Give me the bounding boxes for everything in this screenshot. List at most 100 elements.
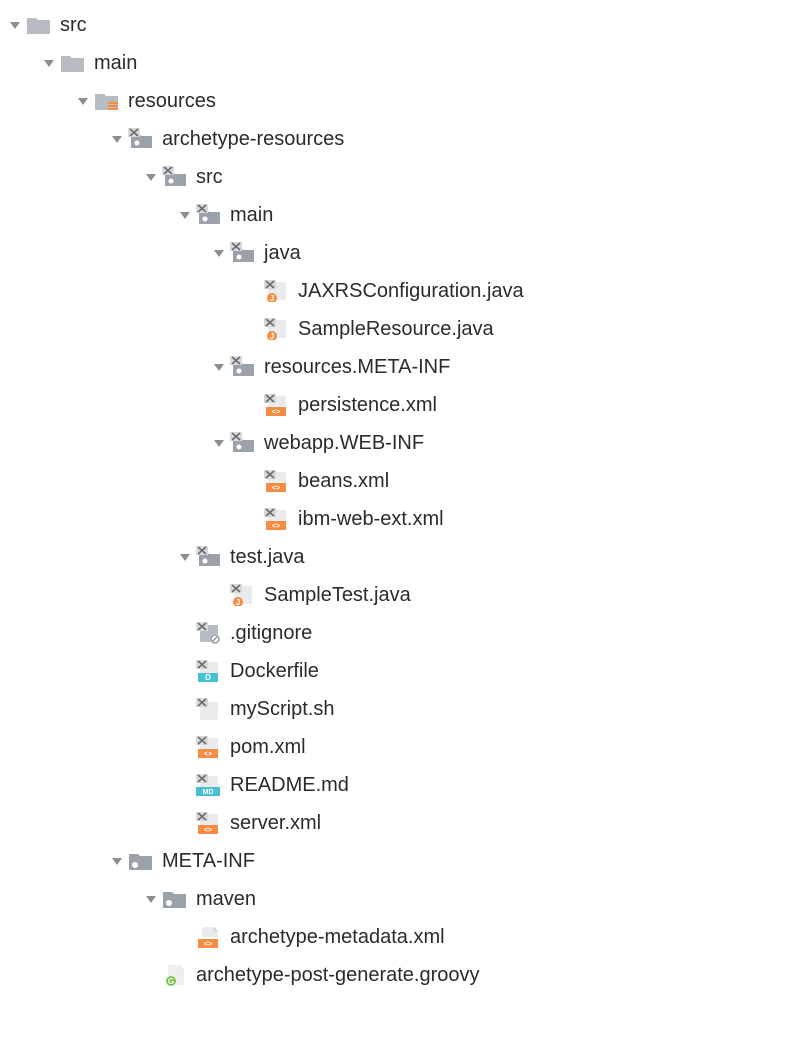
disclosure-triangle-icon[interactable] [106,853,128,869]
tree-row[interactable]: META-INF [4,842,808,880]
tree-item-label: main [94,53,137,73]
java-x-icon: J [264,318,290,340]
tree-row[interactable]: test.java [4,538,808,576]
xml-x-icon: <> [264,394,290,416]
tree-item-label: ibm-web-ext.xml [298,509,444,529]
svg-text:<>: <> [204,751,212,758]
tree-item-label: main [230,205,273,225]
tree-item-label: src [196,167,223,187]
svg-text:J: J [236,598,240,606]
tree-item-label: SampleTest.java [264,585,411,605]
xml-x-icon: <> [264,508,290,530]
tree-row[interactable]: resources.META-INF [4,348,808,386]
tree-row[interactable]: MD README.md [4,766,808,804]
tree-item-label: Dockerfile [230,661,319,681]
folder-icon [26,14,52,36]
xml-x-icon: <> [196,812,222,834]
svg-text:J: J [270,332,274,340]
tree-row[interactable]: webapp.WEB-INF [4,424,808,462]
svg-text:D: D [205,673,211,682]
tree-item-label: src [60,15,87,35]
disclosure-triangle-icon[interactable] [72,93,94,109]
tree-item-label: myScript.sh [230,699,334,719]
tree-row[interactable]: src [4,158,808,196]
tree-row[interactable]: java [4,234,808,272]
md-x-icon: MD [196,774,222,796]
xml-x-icon: <> [196,736,222,758]
disclosure-triangle-icon[interactable] [140,891,162,907]
tree-row[interactable]: main [4,196,808,234]
tree-item-label: SampleResource.java [298,319,494,339]
disclosure-triangle-icon[interactable] [106,131,128,147]
folder-x-icon [128,128,154,150]
tree-row[interactable]: archetype-resources [4,120,808,158]
tree-row[interactable]: src [4,6,808,44]
tree-row[interactable]: J SampleResource.java [4,310,808,348]
xml-file-icon: <> [196,926,222,948]
tree-item-label: archetype-resources [162,129,344,149]
folder-x-icon [230,242,256,264]
tree-row[interactable]: <> archetype-metadata.xml [4,918,808,956]
tree-row[interactable]: myScript.sh [4,690,808,728]
tree-row[interactable]: J JAXRSConfiguration.java [4,272,808,310]
folder-x-icon [230,432,256,454]
folder-res-icon [94,90,120,112]
tree-item-label: webapp.WEB-INF [264,433,424,453]
tree-item-label: persistence.xml [298,395,437,415]
disclosure-triangle-icon[interactable] [208,435,230,451]
tree-row[interactable]: <> ibm-web-ext.xml [4,500,808,538]
svg-text:<>: <> [272,409,280,416]
disclosure-triangle-icon[interactable] [4,17,26,33]
disclosure-triangle-icon[interactable] [38,55,60,71]
folder-x-icon [230,356,256,378]
xml-x-icon: <> [264,470,290,492]
file-x-icon [196,698,222,720]
tree-row[interactable]: <> persistence.xml [4,386,808,424]
tree-row[interactable]: D Dockerfile [4,652,808,690]
tree-row[interactable]: main [4,44,808,82]
tree-item-label: .gitignore [230,623,312,643]
tree-row[interactable]: <> beans.xml [4,462,808,500]
tree-row[interactable]: .gitignore [4,614,808,652]
tree-item-label: resources.META-INF [264,357,450,377]
svg-text:G: G [168,977,174,986]
svg-text:<>: <> [204,827,212,834]
tree-row[interactable]: J SampleTest.java [4,576,808,614]
folder-dot-icon [162,888,188,910]
svg-text:<>: <> [272,485,280,492]
disclosure-triangle-icon[interactable] [208,245,230,261]
gitignore-x-icon [196,622,222,644]
tree-item-label: resources [128,91,216,111]
tree-item-label: META-INF [162,851,255,871]
folder-dot-icon [128,850,154,872]
svg-text:<>: <> [204,941,212,948]
folder-icon [60,52,86,74]
disclosure-triangle-icon[interactable] [208,359,230,375]
disclosure-triangle-icon[interactable] [140,169,162,185]
tree-item-label: test.java [230,547,304,567]
svg-text:<>: <> [272,523,280,530]
tree-row[interactable]: resources [4,82,808,120]
tree-item-label: README.md [230,775,349,795]
tree-row[interactable]: <> server.xml [4,804,808,842]
tree-item-label: archetype-post-generate.groovy [196,965,480,985]
java-x-icon: J [264,280,290,302]
svg-text:MD: MD [203,789,214,796]
svg-text:J: J [270,294,274,302]
disclosure-triangle-icon[interactable] [174,207,196,223]
tree-item-label: maven [196,889,256,909]
tree-row[interactable]: G archetype-post-generate.groovy [4,956,808,994]
java-x-icon: J [230,584,256,606]
folder-x-icon [196,204,222,226]
project-tree: src main resources archetype-resources [0,0,808,1004]
tree-item-label: archetype-metadata.xml [230,927,445,947]
tree-item-label: beans.xml [298,471,389,491]
tree-row[interactable]: maven [4,880,808,918]
tree-row[interactable]: <> pom.xml [4,728,808,766]
tree-item-label: JAXRSConfiguration.java [298,281,524,301]
tree-item-label: java [264,243,301,263]
groovy-icon: G [162,964,188,986]
folder-x-icon [162,166,188,188]
disclosure-triangle-icon[interactable] [174,549,196,565]
docker-x-icon: D [196,660,222,682]
